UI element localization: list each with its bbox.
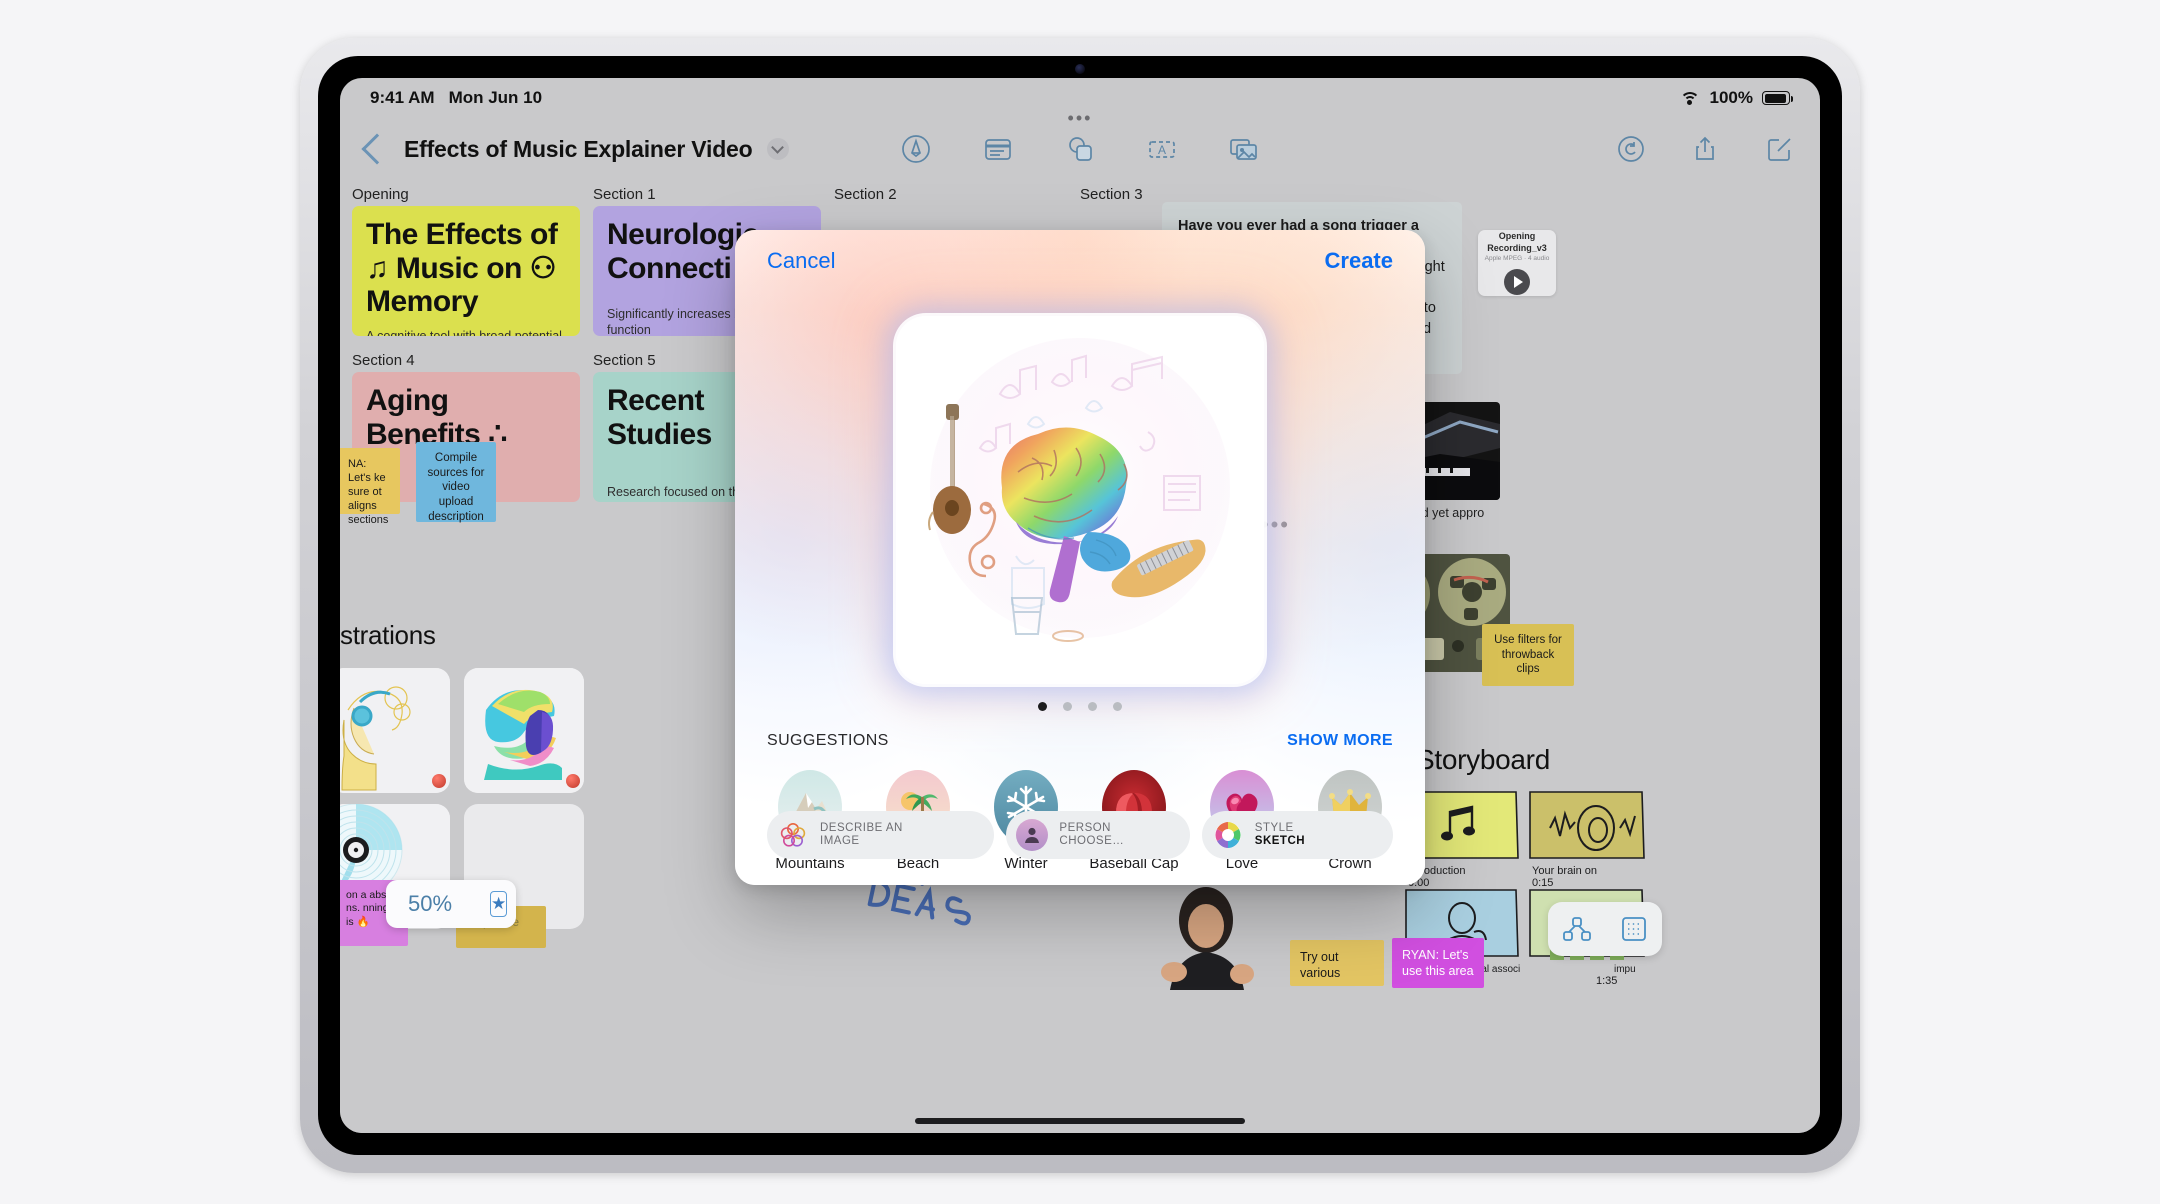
chevron-left-icon[interactable]: [361, 133, 393, 165]
create-button[interactable]: Create: [1325, 248, 1393, 274]
section-label-3: Section 3: [1080, 186, 1143, 203]
battery-icon: [1762, 91, 1793, 105]
screenshot-stage: 9:41 AM Mon Jun 10 100% ••• Effects of M…: [0, 0, 2160, 1204]
board-card-opening[interactable]: The Effects of ♫ Music on ⚇ Memory A cog…: [352, 206, 580, 336]
page-dot[interactable]: [1113, 702, 1122, 711]
ipad-screen: 9:41 AM Mon Jun 10 100% ••• Effects of M…: [340, 78, 1820, 1133]
storyboard-heading: Storyboard: [1416, 744, 1550, 775]
sticky-note[interactable]: Try out various: [1290, 940, 1384, 986]
text-box-icon[interactable]: A: [1145, 132, 1179, 166]
zoom-control[interactable]: 50% ★: [386, 880, 516, 928]
page-dots[interactable]: [1038, 702, 1122, 711]
cancel-button[interactable]: Cancel: [767, 248, 835, 274]
suggestions-label: SUGGESTIONS: [767, 732, 889, 749]
front-camera: [1075, 64, 1085, 74]
svg-text:A: A: [1158, 143, 1166, 157]
generated-image-frame[interactable]: [896, 316, 1264, 684]
zoom-level[interactable]: 50%: [386, 891, 474, 917]
comment-badge[interactable]: [566, 774, 580, 788]
toolbar-right-tools: [1616, 134, 1794, 164]
ellipsis-icon[interactable]: •••: [1261, 512, 1290, 538]
color-wheel-icon: [1212, 819, 1244, 851]
suggestions-header: SUGGESTIONS SHOW MORE: [735, 732, 1425, 750]
compose-icon[interactable]: [1764, 134, 1794, 164]
window-grabber[interactable]: •••: [1068, 108, 1093, 129]
prompt-fields: DESCRIBE AN IMAGE PERSON CHOOSE… STYLE S…: [735, 811, 1425, 859]
section-label-4: Section 4: [352, 352, 415, 369]
generated-image[interactable]: [896, 316, 1264, 684]
card-title: The Effects of ♫ Music on ⚇ Memory: [366, 218, 558, 319]
field-key: STYLE: [1254, 822, 1294, 835]
style-field[interactable]: STYLE SKETCH: [1201, 811, 1393, 859]
field-key: PERSON: [1059, 822, 1111, 835]
field-value: IMAGE: [820, 835, 860, 847]
note-card-icon[interactable]: [981, 132, 1015, 166]
comment-badge[interactable]: [432, 774, 446, 788]
toolbar-center-tools: A: [899, 132, 1261, 166]
section-label-2: Section 2: [834, 186, 897, 203]
star-icon[interactable]: ★: [490, 891, 508, 917]
chevron-down-icon[interactable]: [766, 138, 789, 160]
illustrations-heading: strations: [340, 620, 436, 650]
sticky-note[interactable]: Compile sources for video upload descrip…: [416, 442, 496, 523]
page-dot[interactable]: [1088, 702, 1097, 711]
ipad-device-frame: 9:41 AM Mon Jun 10 100% ••• Effects of M…: [300, 38, 1860, 1173]
person-icon: [1016, 819, 1049, 851]
section-label-5: Section 5: [593, 352, 656, 369]
modal-header: Cancel Create: [735, 230, 1425, 292]
sticky-note[interactable]: NA: Let's ke sure ot aligns sections: [340, 448, 400, 526]
card-subtitle: A cognitive tool with broad potential: [366, 328, 562, 336]
undo-circle-icon[interactable]: [1616, 134, 1646, 164]
shapes-icon[interactable]: [1063, 132, 1097, 166]
field-value: CHOOSE…: [1059, 835, 1125, 847]
storyboard-time: 1:35: [1596, 975, 1617, 986]
device-bezel: 9:41 AM Mon Jun 10 100% ••• Effects of M…: [318, 56, 1842, 1155]
show-more-button[interactable]: SHOW MORE: [1287, 732, 1393, 750]
wifi-icon: [1679, 90, 1701, 106]
storyboard-label: impu: [1614, 964, 1636, 975]
audio-recording-card[interactable]: Opening Recording_v3 Apple MPEG · 4 audi…: [1478, 230, 1556, 296]
status-time: 9:41 AM: [370, 88, 435, 107]
audio-meta: Apple MPEG · 4 audio: [1484, 254, 1550, 262]
sticky-note[interactable]: Use filters for throwback clips: [1482, 624, 1574, 686]
photos-icon[interactable]: [1227, 132, 1261, 166]
illustration-tile[interactable]: [340, 668, 450, 793]
sticky-note[interactable]: RYAN: Let's use this area: [1392, 938, 1484, 988]
storyboard-time: 0:15: [1532, 877, 1553, 889]
describe-image-field[interactable]: DESCRIBE AN IMAGE: [767, 811, 995, 859]
page-title: Effects of Music Explainer Video: [404, 135, 753, 162]
illustration-tile[interactable]: [464, 668, 584, 793]
share-icon[interactable]: [1690, 134, 1720, 164]
image-playground-modal: Cancel Create ••• SUGGESTIONS SHOW MORE …: [735, 230, 1425, 885]
page-dot[interactable]: [1038, 702, 1047, 711]
person-field[interactable]: PERSON CHOOSE…: [1006, 811, 1190, 859]
audio-name: Opening Recording_v3: [1487, 231, 1547, 253]
storyboard-label: Your brain on: [1532, 865, 1597, 877]
flower-outline-icon: [777, 819, 809, 851]
battery-percent: 100%: [1709, 88, 1753, 107]
play-icon[interactable]: [1504, 268, 1530, 295]
presenter-photo[interactable]: [1130, 880, 1280, 990]
field-value: SKETCH: [1254, 835, 1306, 847]
section-label-opening: Opening: [352, 186, 409, 203]
page-dot[interactable]: [1063, 702, 1072, 711]
section-label-1: Section 1: [593, 186, 656, 203]
nodes-icon[interactable]: [1548, 914, 1605, 944]
home-indicator[interactable]: [915, 1118, 1245, 1124]
pen-circle-icon[interactable]: [899, 132, 933, 166]
status-date: Mon Jun 10: [448, 88, 543, 107]
floating-tools[interactable]: [1548, 902, 1662, 956]
grid-square-icon[interactable]: [1605, 914, 1662, 944]
field-key: DESCRIBE AN: [820, 822, 903, 835]
